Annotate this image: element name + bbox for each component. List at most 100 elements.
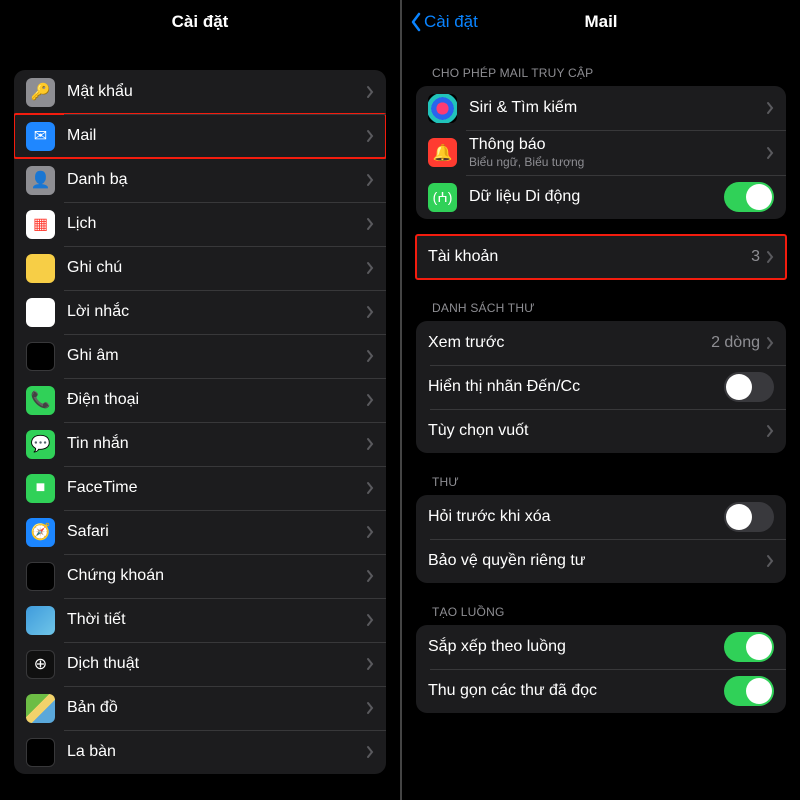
label: Tài khoản xyxy=(428,248,751,266)
navbar: Cài đặt Mail xyxy=(402,0,800,44)
label: Ghi âm xyxy=(67,347,366,365)
mail-icon: ✉︎ xyxy=(26,122,55,151)
label: Safari xyxy=(67,523,366,541)
label: Thời tiết xyxy=(67,611,366,629)
chevron-right-icon xyxy=(766,146,774,160)
settings-row-safari[interactable]: 🧭 Safari xyxy=(14,510,386,554)
tocc-toggle[interactable] xyxy=(724,372,774,402)
page-title: Cài đặt xyxy=(172,12,229,32)
settings-row-notes[interactable]: Ghi chú xyxy=(14,246,386,290)
accounts-count: 3 xyxy=(751,248,760,266)
section-header-thread: TẠO LUỒNG xyxy=(416,583,786,625)
chevron-left-icon xyxy=(410,12,422,32)
mail-settings-screen: Cài đặt Mail CHO PHÉP MAIL TRUY CẬP Siri… xyxy=(400,0,800,800)
label: Tin nhắn xyxy=(67,435,366,453)
settings-row-weather[interactable]: Thời tiết xyxy=(14,598,386,642)
back-label: Cài đặt xyxy=(424,12,478,32)
label: Danh bạ xyxy=(67,171,366,189)
settings-row-compass[interactable]: La bàn xyxy=(14,730,386,774)
label: Dịch thuật xyxy=(67,655,366,673)
collapse-toggle[interactable] xyxy=(724,676,774,706)
section-header-mail: THƯ xyxy=(416,453,786,495)
chevron-right-icon xyxy=(766,250,774,264)
row-notifications[interactable]: 🔔 Thông báo Biểu ngữ, Biểu tượng xyxy=(416,130,786,175)
settings-row-facetime[interactable]: ■ FaceTime xyxy=(14,466,386,510)
siri-icon xyxy=(428,94,457,123)
label: FaceTime xyxy=(67,479,366,497)
row-preview[interactable]: Xem trước 2 dòng xyxy=(416,321,786,365)
settings-row-passwords[interactable]: 🔑Mật khẩu xyxy=(14,70,386,114)
weather-icon xyxy=(26,606,55,635)
row-siri[interactable]: Siri & Tìm kiếm xyxy=(416,86,786,130)
cellular-toggle[interactable] xyxy=(724,182,774,212)
settings-row-maps[interactable]: Bản đồ xyxy=(14,686,386,730)
safari-icon: 🧭 xyxy=(26,518,55,547)
maps-icon xyxy=(26,694,55,723)
organize-toggle[interactable] xyxy=(724,632,774,662)
settings-scroll[interactable]: 🔑Mật khẩu✉︎Mail👤Danh bạ ▦ Lịch Ghi chú Lời n… xyxy=(0,44,400,800)
compass-icon xyxy=(26,738,55,767)
chevron-right-icon xyxy=(366,525,374,539)
chevron-right-icon xyxy=(366,393,374,407)
mail-scroll[interactable]: CHO PHÉP MAIL TRUY CẬP Siri & Tìm kiếm 🔔… xyxy=(402,44,800,800)
row-swipe[interactable]: Tùy chọn vuốt xyxy=(416,409,786,453)
label: Lịch xyxy=(67,215,366,233)
voicememos-icon xyxy=(26,342,55,371)
label: Lời nhắc xyxy=(67,303,366,321)
chevron-right-icon xyxy=(766,424,774,438)
calendar-icon: ▦ xyxy=(26,210,55,239)
chevron-right-icon xyxy=(766,336,774,350)
label: Sắp xếp theo luồng xyxy=(428,638,724,656)
reminders-icon xyxy=(26,298,55,327)
settings-row-mail[interactable]: ✉︎Mail xyxy=(14,114,386,158)
chevron-right-icon xyxy=(366,437,374,451)
label: Chứng khoán xyxy=(67,567,366,585)
chevron-right-icon xyxy=(366,261,374,275)
row-privacy[interactable]: Bảo vệ quyền riêng tư xyxy=(416,539,786,583)
label: Siri & Tìm kiếm xyxy=(469,99,766,117)
section-header-list: DANH SÁCH THƯ xyxy=(416,279,786,321)
chevron-right-icon xyxy=(366,701,374,715)
group-thread: Sắp xếp theo luồng Thu gọn các thư đã đọ… xyxy=(416,625,786,713)
label: Hỏi trước khi xóa xyxy=(428,508,724,526)
settings-row-calendar[interactable]: ▦ Lịch xyxy=(14,202,386,246)
bell-icon: 🔔 xyxy=(428,138,457,167)
chevron-right-icon xyxy=(366,129,374,143)
row-tocc[interactable]: Hiển thị nhãn Đến/Cc xyxy=(416,365,786,409)
chevron-right-icon xyxy=(366,569,374,583)
stocks-icon xyxy=(26,562,55,591)
label: Dữ liệu Di động xyxy=(469,188,724,206)
row-organize-thread[interactable]: Sắp xếp theo luồng xyxy=(416,625,786,669)
ask-toggle[interactable] xyxy=(724,502,774,532)
row-ask-delete[interactable]: Hỏi trước khi xóa xyxy=(416,495,786,539)
group-access: Siri & Tìm kiếm 🔔 Thông báo Biểu ngữ, Bi… xyxy=(416,86,786,219)
settings-row-reminders[interactable]: Lời nhắc xyxy=(14,290,386,334)
settings-group: 🔑Mật khẩu✉︎Mail👤Danh bạ ▦ Lịch Ghi chú Lời n… xyxy=(14,70,386,774)
phone-icon: 📞 xyxy=(26,386,55,415)
settings-row-stocks[interactable]: Chứng khoán xyxy=(14,554,386,598)
back-button[interactable]: Cài đặt xyxy=(410,0,478,44)
row-cellular[interactable]: (ⵄ) Dữ liệu Di động xyxy=(416,175,786,219)
label: Điện thoại xyxy=(67,391,366,409)
row-accounts[interactable]: Tài khoản 3 xyxy=(416,235,786,279)
group-list: Xem trước 2 dòng Hiển thị nhãn Đến/Cc Tù… xyxy=(416,321,786,453)
settings-row-voicememos[interactable]: Ghi âm xyxy=(14,334,386,378)
chevron-right-icon xyxy=(366,481,374,495)
settings-row-contacts[interactable]: 👤Danh bạ xyxy=(14,158,386,202)
settings-row-translate[interactable]: ⊕ Dịch thuật xyxy=(14,642,386,686)
settings-row-messages[interactable]: 💬Tin nhắn xyxy=(14,422,386,466)
label: Bản đồ xyxy=(67,699,366,717)
settings-row-phone[interactable]: 📞 Điện thoại xyxy=(14,378,386,422)
navbar: Cài đặt xyxy=(0,0,400,44)
label: Thông báo Biểu ngữ, Biểu tượng xyxy=(469,136,766,169)
label: Hiển thị nhãn Đến/Cc xyxy=(428,378,724,396)
row-collapse-read[interactable]: Thu gọn các thư đã đọc xyxy=(416,669,786,713)
translate-icon: ⊕ xyxy=(26,650,55,679)
chevron-right-icon xyxy=(366,305,374,319)
chevron-right-icon xyxy=(366,745,374,759)
facetime-icon: ■ xyxy=(26,474,55,503)
page-title: Mail xyxy=(584,12,617,32)
notes-icon xyxy=(26,254,55,283)
group-accounts: Tài khoản 3 xyxy=(416,235,786,279)
settings-screen: Cài đặt 🔑Mật khẩu✉︎Mail👤Danh bạ ▦ Lịch Ghi … xyxy=(0,0,400,800)
